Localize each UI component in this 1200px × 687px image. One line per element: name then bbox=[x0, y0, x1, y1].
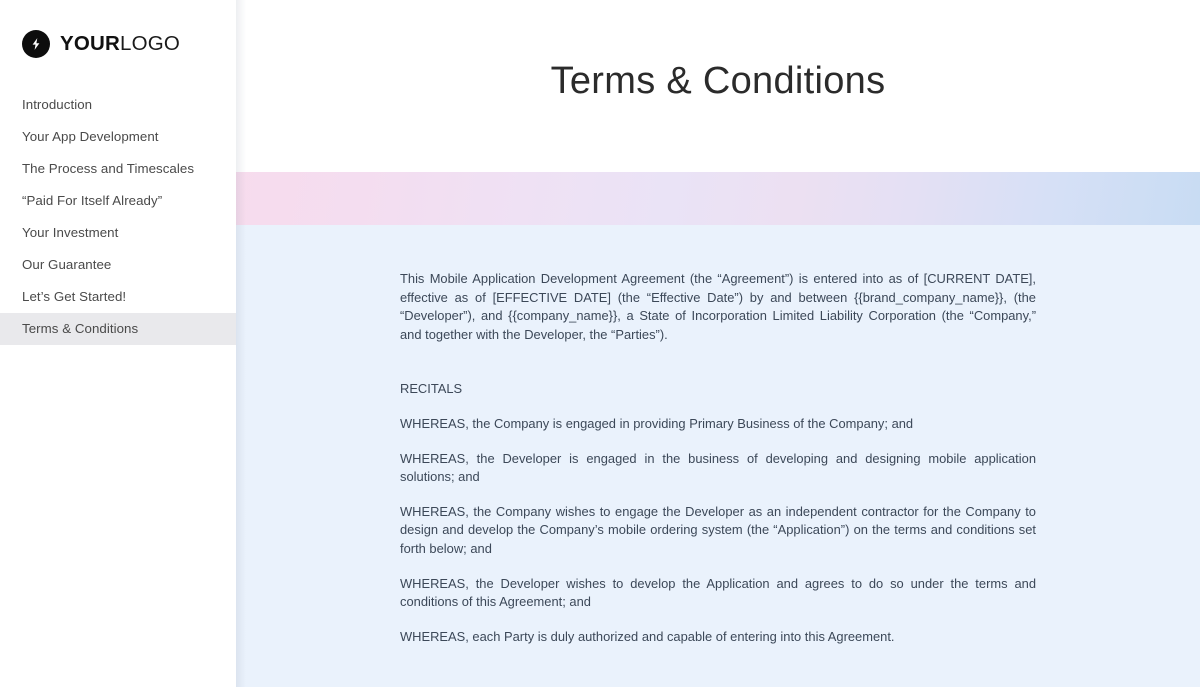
sidebar-item-our-guarantee[interactable]: Our Guarantee bbox=[0, 249, 236, 281]
paragraph-whereas-developer-wishes: WHEREAS, the Developer wishes to develop… bbox=[400, 575, 1036, 610]
sidebar-item-introduction[interactable]: Introduction bbox=[0, 89, 236, 121]
document-content: Terms & Conditions This Mobile Applicati… bbox=[236, 0, 1200, 687]
paragraph-recitals-heading: RECITALS bbox=[400, 381, 463, 397]
document-body: This Mobile Application Development Agre… bbox=[236, 225, 1200, 646]
sidebar-nav: Introduction Your App Development The Pr… bbox=[0, 89, 236, 345]
gradient-banner bbox=[236, 172, 1200, 225]
paragraph-whereas-developer-business: WHEREAS, the Developer is engaged in the… bbox=[400, 450, 1036, 485]
paragraph-whereas-parties-authorized: WHEREAS, each Party is duly authorized a… bbox=[400, 628, 895, 644]
sidebar-item-terms-and-conditions[interactable]: Terms & Conditions bbox=[0, 313, 236, 345]
document-proposal-page: YOURLOGO Introduction Your App Developme… bbox=[0, 0, 1200, 687]
sidebar-item-lets-get-started[interactable]: Let’s Get Started! bbox=[0, 281, 236, 313]
lightning-bolt-icon bbox=[22, 30, 50, 58]
paragraph-whereas-engage-developer: WHEREAS, the Company wishes to engage th… bbox=[400, 503, 1036, 556]
sidebar-item-your-app-development[interactable]: Your App Development bbox=[0, 121, 236, 153]
sidebar: YOURLOGO Introduction Your App Developme… bbox=[0, 0, 236, 687]
paragraph-whereas-company-business: WHEREAS, the Company is engaged in provi… bbox=[400, 415, 914, 431]
paragraph-agreement-intro: This Mobile Application Development Agre… bbox=[400, 271, 1036, 342]
logo-text-light: LOGO bbox=[120, 31, 181, 55]
sidebar-item-the-process-and-timescales[interactable]: The Process and Timescales bbox=[0, 153, 236, 185]
sidebar-item-paid-for-itself-already[interactable]: “Paid For Itself Already” bbox=[0, 185, 236, 217]
logo[interactable]: YOURLOGO bbox=[0, 0, 236, 60]
logo-text: YOURLOGO bbox=[60, 31, 181, 55]
sidebar-item-your-investment[interactable]: Your Investment bbox=[0, 217, 236, 249]
document-header: Terms & Conditions bbox=[236, 0, 1200, 172]
page-title: Terms & Conditions bbox=[550, 60, 886, 103]
logo-text-bold: YOUR bbox=[60, 31, 121, 55]
